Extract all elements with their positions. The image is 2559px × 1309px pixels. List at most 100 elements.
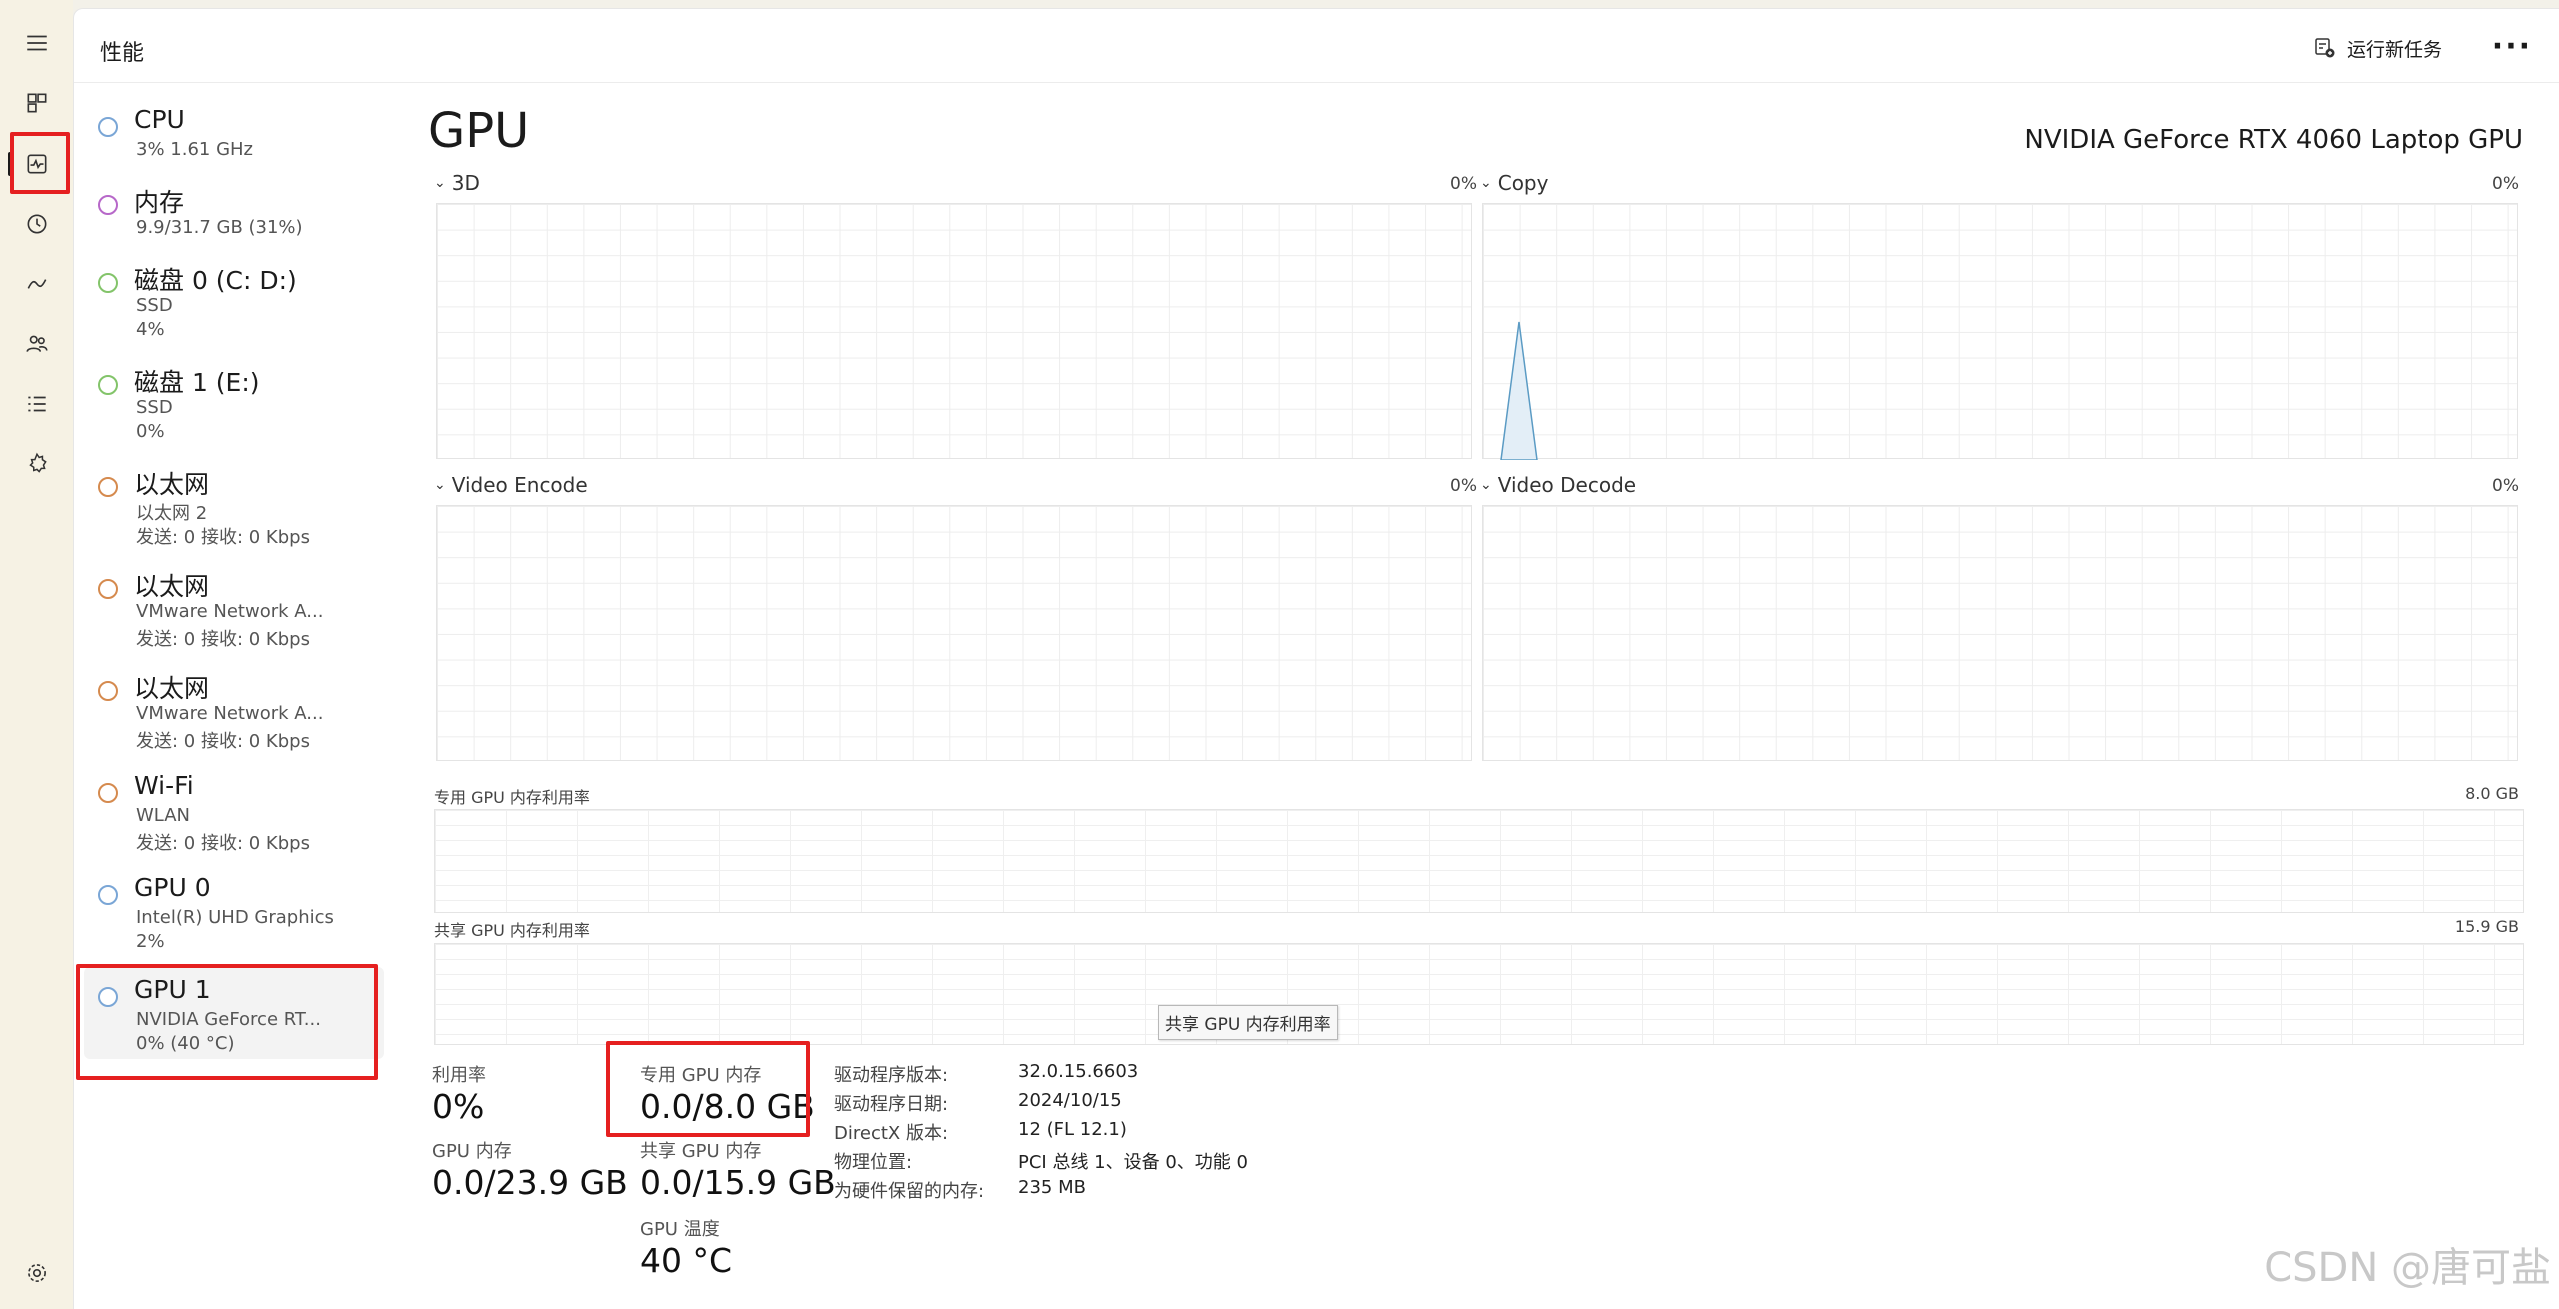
graph-3d-selector[interactable]: ⌄ 3D bbox=[434, 171, 480, 195]
chevron-down-icon: ⌄ bbox=[1480, 477, 1492, 493]
sidebar-item-name: GPU 0 bbox=[134, 873, 211, 902]
driver-version-value: 32.0.15.6603 bbox=[1018, 1061, 1139, 1082]
graph-copy bbox=[1482, 203, 2518, 460]
details-icon[interactable] bbox=[18, 385, 56, 423]
sidebar-item[interactable]: 以太网 以太网 2 发送: 0 接收: 0 Kbps bbox=[84, 465, 384, 557]
graph-encode-label: Video Encode bbox=[451, 473, 588, 497]
status-dot-icon bbox=[98, 117, 118, 137]
sidebar-item-sub2: 发送: 0 接收: 0 Kbps bbox=[136, 731, 310, 752]
graph-encode-selector[interactable]: ⌄ Video Encode bbox=[434, 473, 588, 497]
sidebar-item[interactable]: GPU 1 NVIDIA GeForce RT... 0% (40 °C) bbox=[84, 967, 384, 1059]
dedicated-mem-label: 专用 GPU 内存 bbox=[640, 1065, 762, 1086]
sidebar-item[interactable]: 以太网 VMware Network A... 发送: 0 接收: 0 Kbps bbox=[84, 669, 384, 761]
sidebar-item-sub2: 0% (40 °C) bbox=[136, 1033, 235, 1054]
gpu-mem-label: GPU 内存 bbox=[432, 1141, 512, 1162]
app-history-icon[interactable] bbox=[18, 205, 56, 243]
processes-icon[interactable] bbox=[18, 84, 56, 122]
graph-3d-pct: 0% bbox=[1450, 174, 1477, 194]
dedicated-mem-chart-max: 8.0 GB bbox=[2465, 784, 2519, 803]
startup-apps-icon[interactable] bbox=[18, 265, 56, 303]
status-dot-icon bbox=[98, 375, 118, 395]
graph-decode-label: Video Decode bbox=[1497, 473, 1637, 497]
driver-date-value: 2024/10/15 bbox=[1018, 1090, 1122, 1111]
reserved-mem-key: 为硬件保留的内存: bbox=[834, 1181, 985, 1202]
gpu-temp-label: GPU 温度 bbox=[640, 1219, 720, 1240]
more-options-button[interactable]: ··· bbox=[2492, 29, 2532, 64]
sidebar-item[interactable]: 以太网 VMware Network A... 发送: 0 接收: 0 Kbps bbox=[84, 567, 384, 659]
physical-location-key: 物理位置: bbox=[834, 1152, 913, 1173]
sidebar-item-sub1: Intel(R) UHD Graphics bbox=[136, 907, 334, 928]
shared-mem-chart bbox=[434, 943, 2524, 1045]
chevron-down-icon: ⌄ bbox=[434, 175, 446, 191]
sidebar-item-name: Wi-Fi bbox=[134, 771, 194, 800]
performance-icon[interactable] bbox=[18, 145, 56, 183]
status-dot-icon bbox=[98, 477, 118, 497]
util-value: 0% bbox=[432, 1087, 485, 1126]
sidebar-item[interactable]: 磁盘 1 (E:) SSD 0% bbox=[84, 363, 384, 455]
dedicated-mem-chart bbox=[434, 809, 2524, 913]
gpu-heading: GPU bbox=[428, 103, 530, 159]
sidebar-item-sub1: 9.9/31.7 GB (31%) bbox=[136, 217, 303, 238]
reserved-mem-value: 235 MB bbox=[1018, 1177, 1086, 1198]
physical-location-value: PCI 总线 1、设备 0、功能 0 bbox=[1018, 1152, 1248, 1173]
sidebar-item-sub1: VMware Network A... bbox=[136, 703, 324, 724]
sidebar-item-sub1: VMware Network A... bbox=[136, 601, 324, 622]
sidebar-item-sub1: SSD bbox=[136, 397, 173, 418]
graph-copy-label: Copy bbox=[1497, 171, 1549, 195]
status-dot-icon bbox=[98, 579, 118, 599]
chevron-down-icon: ⌄ bbox=[434, 477, 446, 493]
sidebar-item-name: CPU bbox=[134, 105, 185, 134]
users-icon[interactable] bbox=[18, 325, 56, 363]
graph-video-encode bbox=[436, 505, 1472, 761]
sidebar-item-sub2: 2% bbox=[136, 931, 165, 952]
graph-encode-pct: 0% bbox=[1450, 476, 1477, 496]
util-label: 利用率 bbox=[432, 1065, 486, 1086]
driver-version-key: 驱动程序版本: bbox=[834, 1065, 949, 1086]
watermark: CSDN @唐可盐 bbox=[2264, 1245, 2551, 1291]
driver-date-key: 驱动程序日期: bbox=[834, 1094, 949, 1115]
gpu-mem-value: 0.0/23.9 GB bbox=[432, 1163, 628, 1202]
sidebar-item[interactable]: Wi-Fi WLAN 发送: 0 接收: 0 Kbps bbox=[84, 771, 384, 863]
sidebar-item[interactable]: 磁盘 0 (C: D:) SSD 4% bbox=[84, 261, 384, 353]
sidebar-item-name: GPU 1 bbox=[134, 975, 211, 1004]
gpu-model-name: NVIDIA GeForce RTX 4060 Laptop GPU bbox=[2024, 125, 2523, 155]
graph-decode-pct: 0% bbox=[2492, 476, 2519, 496]
dedicated-mem-chart-label: 专用 GPU 内存利用率 bbox=[434, 788, 590, 807]
run-task-label: 运行新任务 bbox=[2346, 38, 2442, 61]
copy-usage-line bbox=[1500, 321, 1538, 460]
graph-copy-pct: 0% bbox=[2492, 174, 2519, 194]
graph-copy-selector[interactable]: ⌄ Copy bbox=[1480, 171, 1548, 195]
status-dot-icon bbox=[98, 987, 118, 1007]
status-dot-icon bbox=[98, 195, 118, 215]
sidebar-item-sub2: 0% bbox=[136, 421, 165, 442]
graph-3d-label: 3D bbox=[451, 171, 480, 195]
status-dot-icon bbox=[98, 783, 118, 803]
sidebar-item-sub1: SSD bbox=[136, 295, 173, 316]
sidebar-item-sub2: 4% bbox=[136, 319, 165, 340]
settings-icon[interactable] bbox=[18, 1254, 56, 1292]
sidebar-item[interactable]: CPU 3% 1.61 GHz bbox=[84, 105, 384, 173]
shared-mem-chart-max: 15.9 GB bbox=[2454, 917, 2519, 936]
graph-3d bbox=[436, 203, 1472, 459]
sidebar-item[interactable]: GPU 0 Intel(R) UHD Graphics 2% bbox=[84, 873, 384, 965]
sidebar-item-sub1: NVIDIA GeForce RT... bbox=[136, 1009, 321, 1030]
status-dot-icon bbox=[98, 681, 118, 701]
status-dot-icon bbox=[98, 885, 118, 905]
graph-decode-selector[interactable]: ⌄ Video Decode bbox=[1480, 473, 1636, 497]
directx-version-key: DirectX 版本: bbox=[834, 1123, 949, 1144]
task-manager-window: 性能 运行新任务 ··· CPU 3% 1.61 GHz 内存 9.9/31.7 GB… bbox=[73, 8, 2559, 1309]
status-dot-icon bbox=[98, 273, 118, 293]
hamburger-icon[interactable] bbox=[18, 24, 56, 62]
services-icon[interactable] bbox=[18, 445, 56, 483]
run-new-task-button[interactable]: 运行新任务 bbox=[2313, 33, 2442, 63]
active-indicator bbox=[8, 152, 12, 176]
tooltip: 共享 GPU 内存利用率 bbox=[1158, 1005, 1338, 1040]
sidebar-item-sub1: WLAN bbox=[136, 805, 191, 826]
sidebar-item[interactable]: 内存 9.9/31.7 GB (31%) bbox=[84, 183, 384, 251]
sidebar-item-sub2: 发送: 0 接收: 0 Kbps bbox=[136, 629, 310, 650]
shared-mem-label: 共享 GPU 内存 bbox=[640, 1141, 762, 1162]
sidebar-item-name: 内存 bbox=[134, 188, 185, 217]
sidebar-item-name: 以太网 bbox=[134, 470, 210, 499]
navigation-rail bbox=[0, 0, 73, 1309]
run-task-icon bbox=[2315, 38, 2335, 58]
